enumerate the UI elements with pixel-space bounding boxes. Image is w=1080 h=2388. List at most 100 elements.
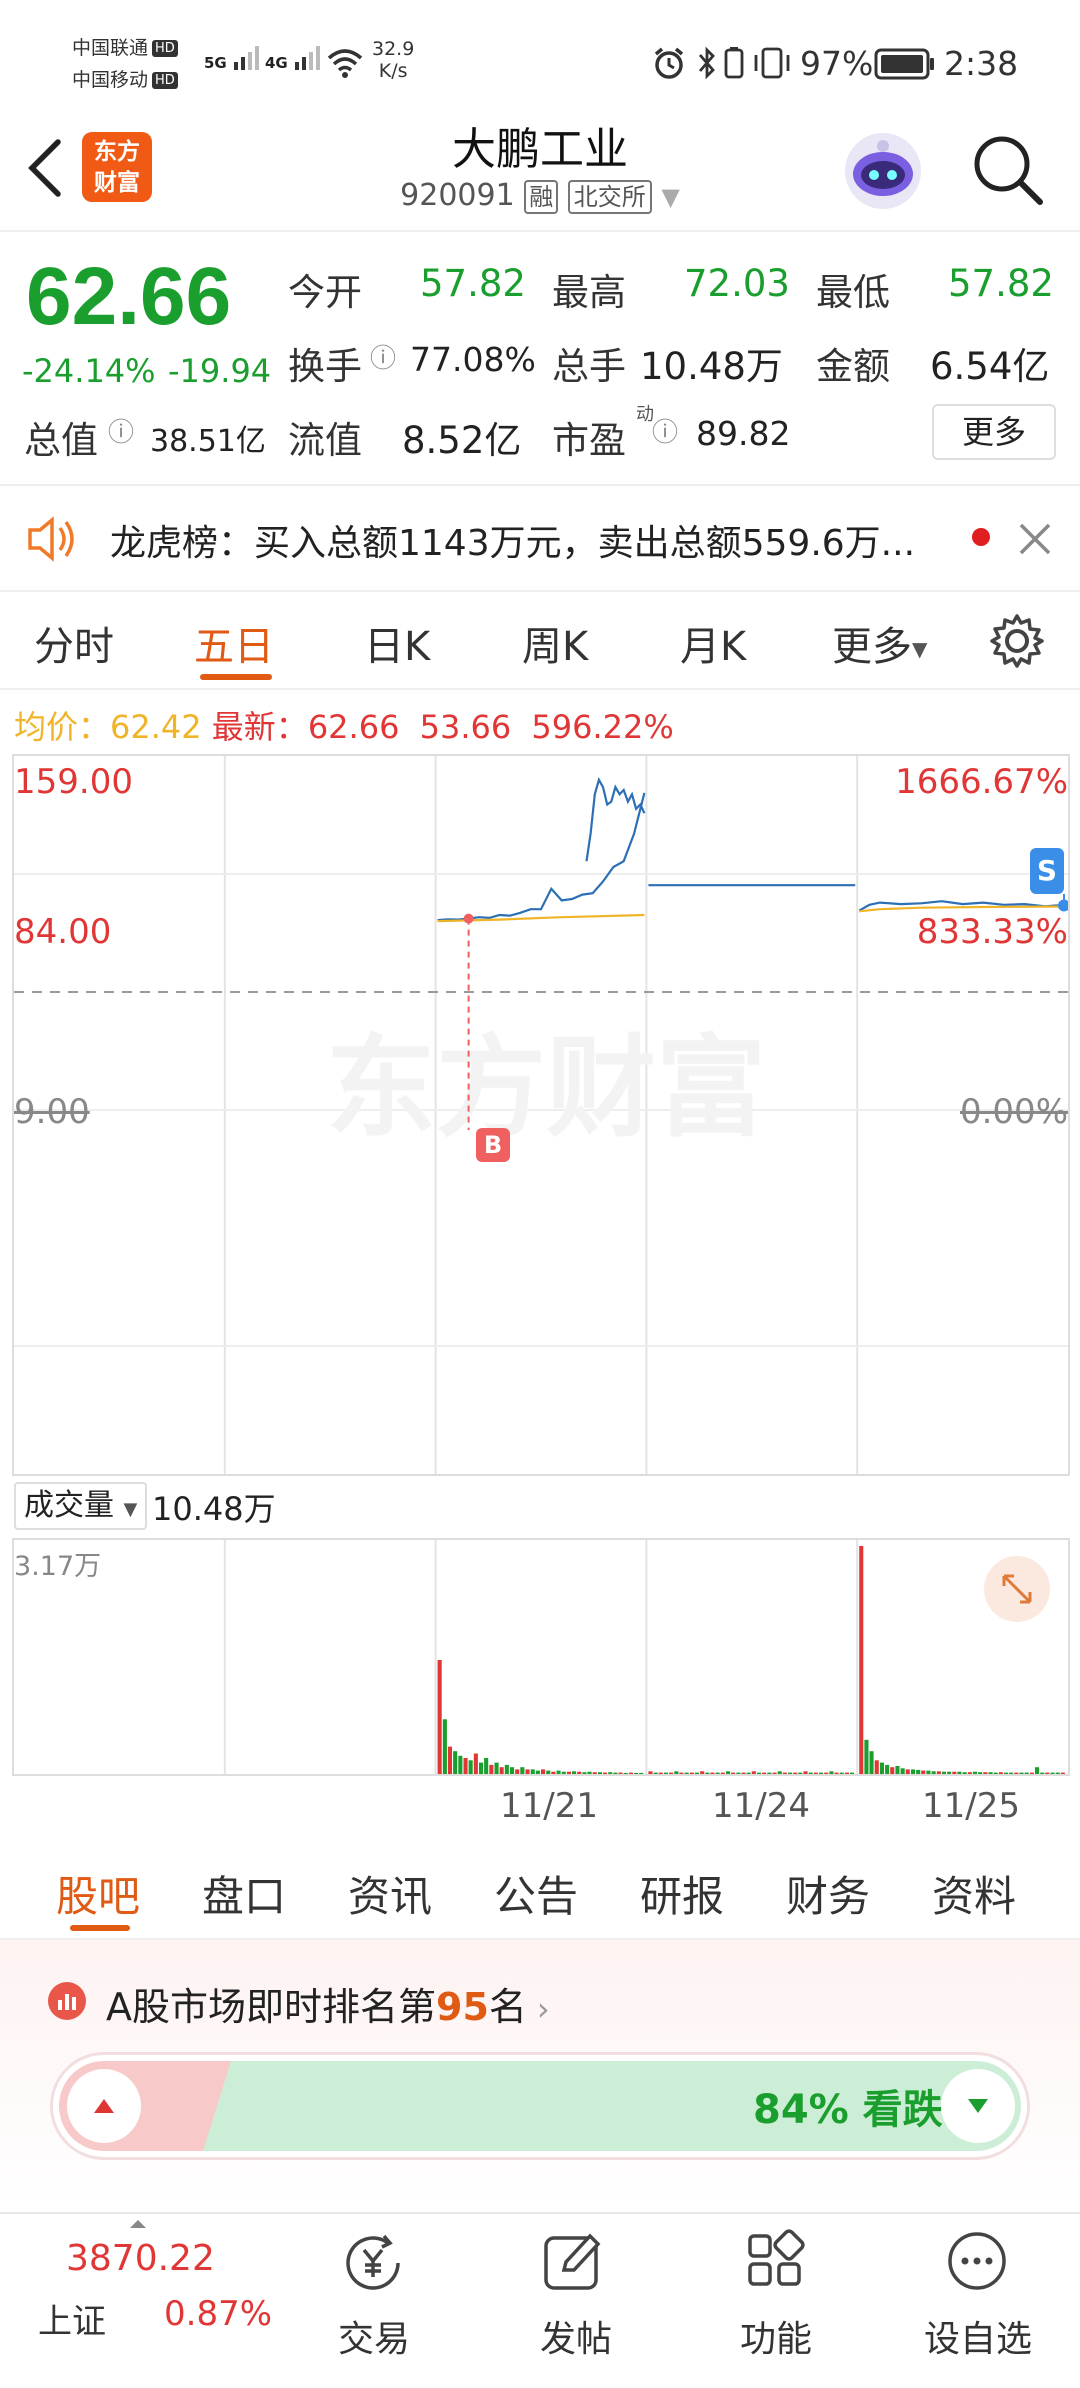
- triangle-up-icon: [94, 2099, 114, 2113]
- info-icon[interactable]: ⓘ: [652, 412, 678, 449]
- x-label-2: 11/24: [712, 1786, 810, 1826]
- volume-bar: [751, 1771, 756, 1774]
- volume-bar: [618, 1772, 623, 1774]
- volume-bar: [535, 1770, 540, 1774]
- volume-bar: [859, 1546, 864, 1774]
- chevron-down-icon[interactable]: ▼: [661, 183, 679, 211]
- series-line-price: [585, 776, 646, 862]
- volume-bar: [931, 1771, 936, 1774]
- volume-bar: [669, 1772, 674, 1774]
- x-label-1: 11/21: [500, 1786, 598, 1826]
- amount-value: 6.54亿: [930, 345, 1050, 388]
- volume-bar: [715, 1772, 720, 1774]
- tab-five-day[interactable]: 五日: [194, 614, 274, 672]
- volume-bar: [1035, 1767, 1040, 1774]
- triangle-down-icon: ▼: [123, 1499, 138, 1520]
- close-icon[interactable]: [1016, 520, 1054, 558]
- volume-bar: [905, 1769, 910, 1774]
- volume-bar: [458, 1755, 463, 1774]
- latest-label: 最新：: [211, 708, 308, 746]
- volume-bar: [947, 1771, 952, 1774]
- sell-marker[interactable]: S: [1030, 848, 1064, 894]
- volume-bar: [803, 1771, 808, 1774]
- tab-pankou[interactable]: 盘口: [202, 1863, 286, 1924]
- volume-bar: [869, 1751, 874, 1774]
- volume-bar: [463, 1758, 468, 1774]
- functions-grid-icon[interactable]: [742, 2228, 808, 2294]
- price-chart[interactable]: 东方财富 159.00 84.00 9.00 1666.67% 833.33% …: [12, 754, 1070, 1476]
- low-label: 最低: [816, 271, 890, 314]
- nav-watchlist-label[interactable]: 设自选: [898, 2310, 1058, 2362]
- bottom-nav: 3870.22 上证 0.87% 交易 发帖 功能 设自选: [0, 2212, 1080, 2388]
- latest-price-dot: [1058, 899, 1068, 912]
- tab-intraday[interactable]: 分时: [34, 614, 114, 672]
- info-icon[interactable]: ⓘ: [370, 338, 396, 375]
- tab-news[interactable]: 资讯: [348, 1863, 432, 1924]
- tab-daily-k[interactable]: 日K: [364, 614, 430, 672]
- volume-bar: [515, 1769, 520, 1774]
- nav-functions-label[interactable]: 功能: [696, 2310, 856, 2362]
- tab-weekly-k[interactable]: 周K: [522, 614, 588, 672]
- volume-bar: [813, 1772, 818, 1774]
- volume-bar: [561, 1771, 566, 1774]
- turnover-label: 换手: [288, 345, 362, 388]
- robot-assistant-icon[interactable]: [840, 128, 926, 214]
- volume-bar: [541, 1769, 546, 1774]
- volume-bar: [839, 1772, 844, 1774]
- tab-finance[interactable]: 财务: [786, 1863, 870, 1924]
- rank-text[interactable]: A股市场即时排名第95名 ›: [106, 1976, 550, 2031]
- search-icon[interactable]: [968, 130, 1048, 210]
- volume-selector[interactable]: 成交量 ▼: [14, 1482, 148, 1530]
- watchlist-more-icon[interactable]: [944, 2228, 1010, 2294]
- volume-bar: [437, 1660, 442, 1774]
- nav-trade-label[interactable]: 交易: [294, 2310, 454, 2362]
- volume-bar: [551, 1771, 556, 1774]
- tab-profile[interactable]: 资料: [932, 1863, 1016, 1924]
- info-icon[interactable]: ⓘ: [108, 412, 134, 449]
- avg-label: 均价：: [14, 708, 111, 746]
- post-edit-icon[interactable]: [540, 2228, 606, 2294]
- current-price: 62.66: [26, 251, 232, 342]
- volume-chart[interactable]: 3.17万: [12, 1538, 1070, 1776]
- volume-bar: [910, 1769, 915, 1774]
- volume-bar: [582, 1772, 587, 1774]
- settings-gear-icon[interactable]: [988, 612, 1046, 670]
- more-button[interactable]: 更多: [932, 404, 1056, 460]
- volume-bar: [788, 1772, 793, 1774]
- volume-bar: [494, 1762, 499, 1774]
- volume-bar: [1040, 1772, 1045, 1774]
- chart-tabs: 分时 五日 日K 周K 月K 更多▼: [0, 590, 1080, 690]
- volume-bar: [782, 1772, 787, 1774]
- bullish-button[interactable]: [67, 2069, 141, 2143]
- volume-bar: [608, 1772, 613, 1774]
- volume-bar: [639, 1772, 644, 1774]
- tab-announcements[interactable]: 公告: [494, 1863, 578, 1924]
- battery-icon: [874, 48, 934, 80]
- tab-research[interactable]: 研报: [640, 1863, 724, 1924]
- nav-post-label[interactable]: 发帖: [496, 2310, 656, 2362]
- volume-bar: [720, 1772, 725, 1774]
- mktcap-value: 38.51亿: [150, 424, 266, 459]
- tab-monthly-k[interactable]: 月K: [680, 614, 746, 672]
- bluetooth-icon: [698, 46, 715, 80]
- volume-bar: [757, 1772, 762, 1774]
- signal-bars-icon: [233, 46, 259, 70]
- trade-yen-icon[interactable]: [338, 2228, 408, 2298]
- tab-guba[interactable]: 股吧: [56, 1863, 140, 1924]
- index-value[interactable]: 3870.22: [66, 2238, 215, 2279]
- expand-chart-button[interactable]: [984, 1556, 1050, 1622]
- alarm-icon: [654, 47, 684, 79]
- notice-bar[interactable]: 龙虎榜：买入总额1143万元，卖出总额559.6万...: [0, 484, 1080, 590]
- buy-marker[interactable]: B: [476, 1128, 510, 1162]
- caret-up-icon[interactable]: [128, 2218, 148, 2230]
- exchange-badge[interactable]: 北交所: [567, 180, 652, 214]
- volume-bar: [499, 1767, 504, 1774]
- tab-more[interactable]: 更多▼: [832, 614, 927, 672]
- volume-bar: [592, 1772, 597, 1774]
- pct-axis-top: 1666.67%: [895, 762, 1068, 802]
- volume-bar: [623, 1772, 628, 1774]
- index-change[interactable]: 0.87%: [164, 2294, 272, 2334]
- index-name[interactable]: 上证: [38, 2294, 106, 2343]
- volume-bar: [530, 1769, 535, 1774]
- bearish-button[interactable]: [941, 2069, 1015, 2143]
